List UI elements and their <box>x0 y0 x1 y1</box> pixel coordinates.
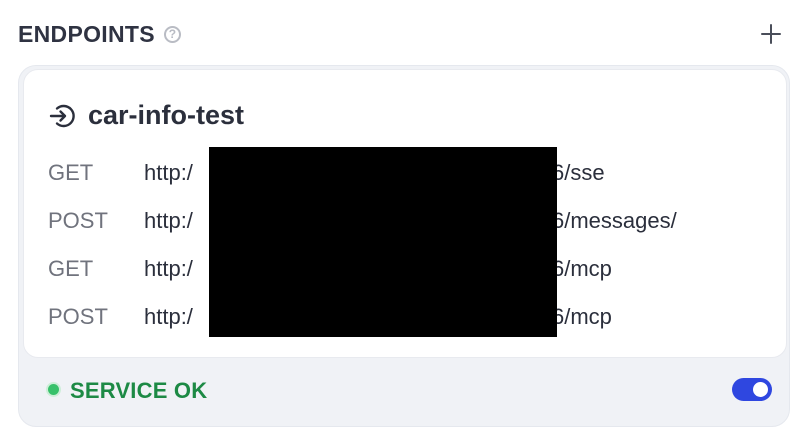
url-suffix: 6/sse <box>552 160 605 185</box>
status-text: SERVICE OK <box>70 378 208 403</box>
status-dot <box>48 384 59 395</box>
arrow-into-circle-icon <box>49 104 75 127</box>
endpoint-title-row: car-info-test <box>48 100 244 131</box>
url-prefix: http:/ <box>144 160 193 185</box>
endpoint-name: car-info-test <box>88 100 245 130</box>
url-prefix: http:/ <box>144 304 193 329</box>
toggle-knob <box>753 382 768 397</box>
section-title: ENDPOINTS <box>18 20 155 47</box>
endpoint-card: car-info-test GET http:/ 6/sse POST http:… <box>18 65 790 427</box>
status-footer: SERVICE OK <box>19 358 789 426</box>
route-method: POST <box>48 304 108 329</box>
help-icon[interactable]: ? <box>163 25 181 43</box>
url-suffix: 6/messages/ <box>552 208 677 233</box>
route-method: GET <box>48 160 94 185</box>
url-prefix: http:/ <box>144 208 193 233</box>
plus-icon <box>761 24 781 44</box>
endpoints-header: ENDPOINTS ? <box>18 18 784 50</box>
url-suffix: 6/mcp <box>552 256 612 281</box>
service-toggle[interactable] <box>732 378 772 401</box>
url-prefix: http:/ <box>144 256 193 281</box>
endpoint-details: car-info-test GET http:/ 6/sse POST http:… <box>23 69 787 358</box>
route-method: GET <box>48 256 94 281</box>
url-suffix: 6/mcp <box>552 304 612 329</box>
add-endpoint-button[interactable] <box>758 21 784 47</box>
route-method: POST <box>48 208 108 233</box>
redaction-block <box>209 147 557 337</box>
